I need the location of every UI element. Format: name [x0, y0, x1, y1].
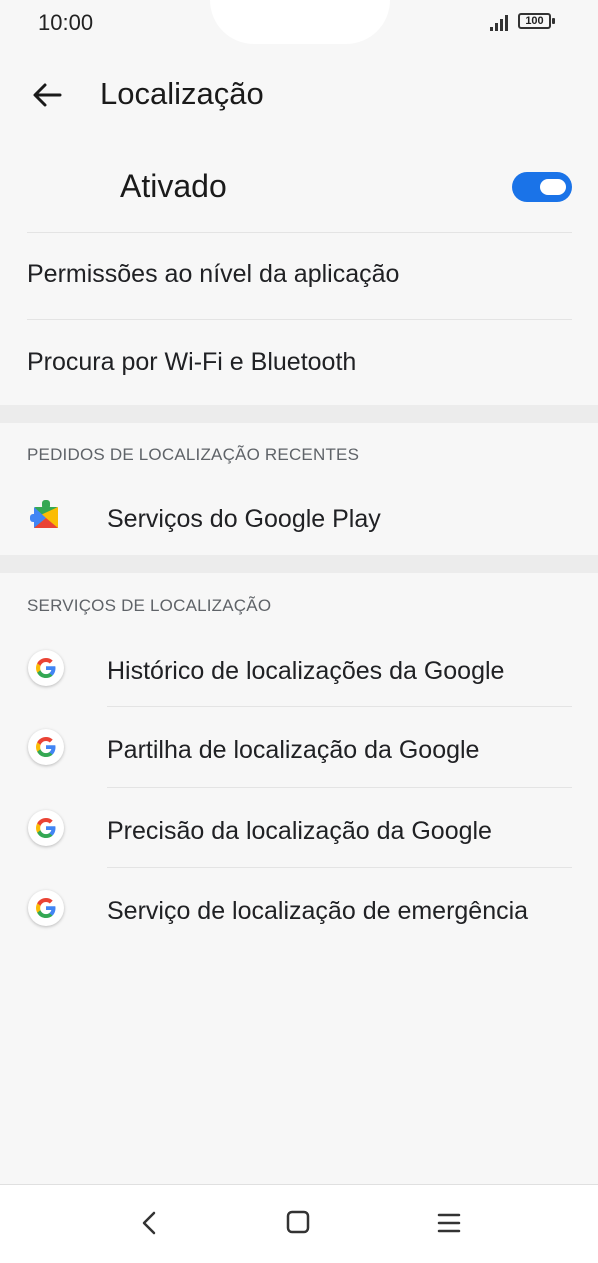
menu-icon[interactable]	[436, 1211, 462, 1235]
status-bar: 10:00 100	[0, 0, 598, 48]
recent-request-item[interactable]: Serviços do Google Play	[0, 480, 598, 554]
google-g-icon	[28, 729, 64, 765]
divider	[107, 706, 572, 707]
camera-notch	[210, 0, 390, 44]
google-location-history-item[interactable]: Histórico de localizações da Google	[0, 630, 598, 706]
service-label: Serviço de localização de emergência	[107, 897, 529, 925]
google-g-icon	[28, 810, 64, 846]
back-arrow-icon[interactable]	[30, 78, 64, 112]
setting-label: Permissões ao nível da aplicação	[27, 260, 400, 288]
location-settings-screen: 10:00 100 Localização Ativado Permissões…	[0, 0, 598, 1263]
divider	[27, 319, 572, 320]
app-bar: Localização	[0, 60, 598, 132]
recent-requests-header: PEDIDOS DE LOCALIZAÇÃO RECENTES	[27, 445, 360, 464]
google-g-icon	[28, 890, 64, 926]
emergency-location-service-item[interactable]: Serviço de localização de emergência	[0, 869, 598, 947]
service-label: Partilha de localização da Google	[107, 736, 480, 764]
divider	[107, 867, 572, 868]
recent-request-label: Serviços do Google Play	[107, 505, 381, 533]
app-level-permissions-item[interactable]: Permissões ao nível da aplicação	[0, 236, 598, 318]
back-icon[interactable]	[138, 1209, 162, 1237]
google-play-services-icon	[30, 500, 58, 528]
home-icon[interactable]	[286, 1210, 310, 1234]
status-time: 10:00	[38, 10, 94, 35]
google-location-accuracy-item[interactable]: Precisão da localização da Google	[0, 789, 598, 867]
battery-level: 100	[518, 13, 551, 29]
location-services-header: SERVIÇOS DE LOCALIZAÇÃO	[27, 596, 272, 615]
setting-label: Procura por Wi-Fi e Bluetooth	[27, 348, 357, 376]
page-title: Localização	[100, 76, 264, 111]
system-navigation-bar	[0, 1184, 598, 1263]
location-toggle-switch[interactable]	[512, 172, 572, 202]
section-separator	[0, 555, 598, 573]
section-separator	[0, 405, 598, 423]
master-toggle-label: Ativado	[120, 168, 227, 204]
battery-icon: 100	[518, 13, 558, 33]
divider	[107, 787, 572, 788]
signal-icon	[490, 15, 508, 31]
service-label: Precisão da localização da Google	[107, 817, 492, 845]
wifi-bluetooth-scanning-item[interactable]: Procura por Wi-Fi e Bluetooth	[0, 322, 598, 404]
toggle-thumb	[540, 179, 566, 195]
divider	[27, 232, 572, 233]
google-location-sharing-item[interactable]: Partilha de localização da Google	[0, 708, 598, 786]
service-label: Histórico de localizações da Google	[107, 657, 505, 685]
google-g-icon	[28, 650, 64, 686]
location-master-toggle-row[interactable]: Ativado	[0, 146, 598, 228]
